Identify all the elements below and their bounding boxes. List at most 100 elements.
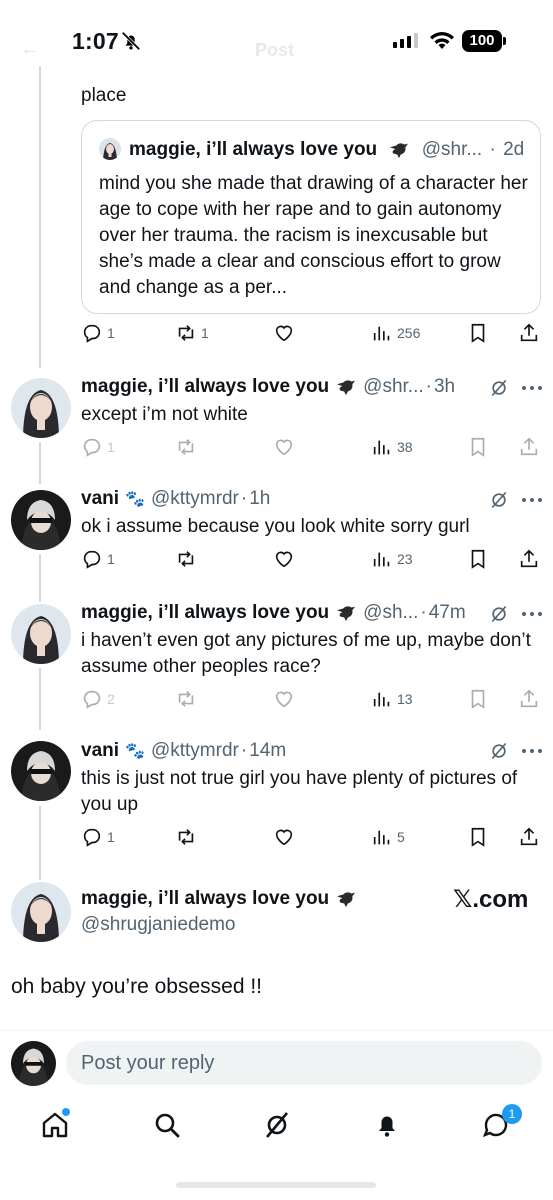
tweet-header: vani 🐾 @kttymrdr · 1h xyxy=(81,488,270,510)
like-icon xyxy=(275,691,293,708)
reply-count: 1 xyxy=(107,829,115,845)
bookmark-button[interactable] xyxy=(467,436,489,458)
grok-icon[interactable] xyxy=(489,378,509,398)
tab-notifications[interactable] xyxy=(372,1110,402,1140)
bookmark-icon xyxy=(471,323,485,343)
dot-separator: · xyxy=(489,139,496,160)
bookmark-button[interactable] xyxy=(467,826,489,848)
tweet-header: maggie, i’ll always love you @shr... · 3… xyxy=(81,376,455,398)
reply-button[interactable]: 2 xyxy=(81,688,115,710)
avatar[interactable] xyxy=(11,882,71,942)
more-icon[interactable] xyxy=(521,748,543,754)
avatar[interactable] xyxy=(11,490,71,550)
author-name[interactable]: vani xyxy=(81,740,119,762)
reply-count: 2 xyxy=(107,691,115,707)
like-button[interactable] xyxy=(273,826,295,848)
back-arrow-icon[interactable]: ← xyxy=(20,38,40,61)
repost-button[interactable] xyxy=(175,436,197,458)
views-button[interactable]: 13 xyxy=(371,688,413,710)
more-icon[interactable] xyxy=(521,385,543,391)
views-button[interactable]: 38 xyxy=(371,436,413,458)
share-button[interactable] xyxy=(518,322,540,344)
reply-button[interactable]: 1 xyxy=(81,826,115,848)
share-button[interactable] xyxy=(518,436,540,458)
views-count: 5 xyxy=(397,829,405,845)
author-handle: @shrugjaniedemo xyxy=(81,914,236,935)
like-icon xyxy=(275,551,293,568)
grok-icon[interactable] xyxy=(489,741,509,761)
action-bar: 2 13 xyxy=(81,688,541,714)
views-icon xyxy=(373,692,390,707)
share-icon xyxy=(520,689,538,708)
reply-input[interactable] xyxy=(81,1041,521,1085)
quote-header: maggie, i’ll always love you @shr... · 2… xyxy=(129,139,524,161)
views-count: 256 xyxy=(397,325,421,341)
divider xyxy=(0,1030,553,1031)
tweet-text: ok i assume because you look white sorry… xyxy=(81,516,470,537)
main-tweet-handle-row: @shrugjaniedemo xyxy=(81,914,236,936)
author-name[interactable]: vani xyxy=(81,488,119,510)
repost-button[interactable]: 1 xyxy=(175,322,209,344)
search-icon xyxy=(155,1113,180,1138)
tweet-time: 14m xyxy=(249,740,287,761)
like-button[interactable] xyxy=(273,688,295,710)
avatar[interactable] xyxy=(11,741,71,801)
crow-emoji-icon xyxy=(337,606,356,622)
main-tweet-text: oh baby you’re obsessed !! xyxy=(11,975,262,998)
tab-grok[interactable] xyxy=(262,1110,292,1140)
views-button[interactable]: 5 xyxy=(371,826,405,848)
repost-button[interactable] xyxy=(175,688,197,710)
quote-time: 2d xyxy=(503,139,525,160)
grok-icon[interactable] xyxy=(489,604,509,624)
tab-home[interactable] xyxy=(40,1108,70,1140)
avatar[interactable] xyxy=(11,604,71,664)
like-button[interactable] xyxy=(273,548,295,570)
more-icon[interactable] xyxy=(521,611,543,617)
reply-button[interactable]: 1 xyxy=(81,322,115,344)
like-button[interactable] xyxy=(273,436,295,458)
views-icon xyxy=(373,440,390,455)
reply-button[interactable]: 1 xyxy=(81,548,115,570)
repost-icon xyxy=(178,551,194,567)
dot-separator: · xyxy=(240,488,248,509)
dot-separator: · xyxy=(240,740,248,761)
views-icon xyxy=(373,552,390,567)
grok-icon[interactable] xyxy=(489,490,509,510)
share-button[interactable] xyxy=(518,548,540,570)
quote-author-name: maggie, i’ll always love you xyxy=(129,139,378,160)
quote-tweet-card[interactable]: maggie, i’ll always love you @shr... · 2… xyxy=(81,120,541,314)
author-name[interactable]: maggie, i’ll always love you xyxy=(81,376,329,398)
paw-prints-emoji-icon: 🐾 xyxy=(125,491,145,508)
notification-dot xyxy=(62,1108,70,1116)
bookmark-button[interactable] xyxy=(467,322,489,344)
paw-prints-emoji-icon: 🐾 xyxy=(125,743,145,760)
like-button[interactable] xyxy=(273,322,295,344)
clipped-text: ~ ~ ~ ~ ~ ~ ~ ~ ~ ~ ~ ~ ~ ~ ~ ~ ~ ~ ~ ~ … xyxy=(81,70,511,78)
share-button[interactable] xyxy=(518,688,540,710)
repost-button[interactable] xyxy=(175,548,197,570)
author-name[interactable]: maggie, i’ll always love you xyxy=(81,888,329,910)
bookmark-button[interactable] xyxy=(467,548,489,570)
repost-button[interactable] xyxy=(175,826,197,848)
share-button[interactable] xyxy=(518,826,540,848)
thread-line xyxy=(39,806,41,880)
tweet-header: vani 🐾 @kttymrdr · 14m xyxy=(81,740,286,762)
quote-text: mind you she made that drawing of a char… xyxy=(99,173,528,298)
reply-composer[interactable] xyxy=(66,1041,542,1085)
tab-search[interactable] xyxy=(152,1110,182,1140)
bookmark-button[interactable] xyxy=(467,688,489,710)
more-icon[interactable] xyxy=(521,497,543,503)
avatar xyxy=(11,1041,56,1086)
reply-icon xyxy=(83,324,101,343)
bookmark-icon xyxy=(471,437,485,457)
tab-messages[interactable]: 1 xyxy=(482,1104,522,1140)
reply-count: 1 xyxy=(107,325,115,341)
views-button[interactable]: 23 xyxy=(371,548,413,570)
bookmark-icon xyxy=(471,549,485,569)
author-name[interactable]: maggie, i’ll always love you xyxy=(81,602,329,624)
author-handle: @shr... xyxy=(363,376,424,397)
views-count: 13 xyxy=(397,691,413,707)
views-button[interactable]: 256 xyxy=(371,322,420,344)
reply-button[interactable]: 1 xyxy=(81,436,115,458)
avatar[interactable] xyxy=(11,378,71,438)
